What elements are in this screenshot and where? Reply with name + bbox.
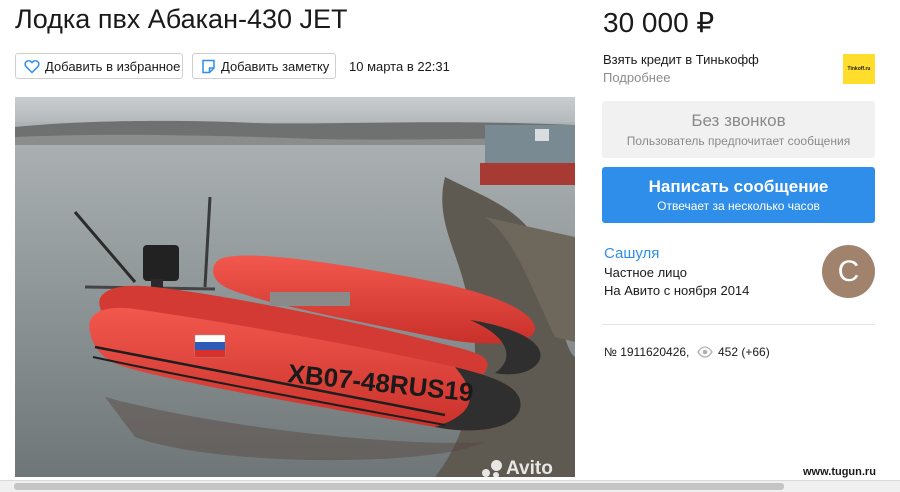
views-count: 452 (+66) (718, 345, 770, 359)
favorite-label: Добавить в избранное (45, 58, 181, 74)
avito-watermark-text: Avito (506, 458, 553, 479)
listing-title: Лодка пвх Абакан-430 JET (15, 4, 348, 34)
horizontal-scrollbar[interactable] (0, 480, 900, 492)
price: 30 000 ₽ (603, 7, 715, 38)
no-calls-title: Без звонков (691, 111, 786, 130)
heart-icon (24, 59, 40, 74)
seller-type: Частное лицо (604, 265, 687, 280)
tinkoff-logo[interactable]: Tinkoff.ru (843, 54, 875, 84)
tinkoff-logo-text: Tinkoff.ru (847, 66, 871, 72)
eye-icon (697, 346, 713, 358)
credit-more-link[interactable]: Подробнее (603, 70, 670, 85)
add-to-favorites-button[interactable]: Добавить в избранное (15, 53, 183, 79)
listing-date: 10 марта в 22:31 (349, 59, 450, 74)
avito-dots-icon (482, 460, 502, 478)
site-watermark: www.tugun.ru (803, 466, 876, 478)
write-message-button[interactable]: Написать сообщение Отвечает за несколько… (602, 167, 875, 223)
no-calls-notice: Без звонков Пользователь предпочитает со… (602, 101, 875, 158)
credit-link[interactable]: Взять кредит в Тинькофф (603, 52, 759, 67)
no-calls-subtitle: Пользователь предпочитает сообщения (626, 134, 851, 148)
scrollbar-thumb[interactable] (14, 483, 784, 490)
avito-watermark: Avito (482, 458, 553, 480)
add-note-button[interactable]: Добавить заметку (192, 53, 336, 79)
write-message-subtitle: Отвечает за несколько часов (657, 199, 820, 213)
listing-photo[interactable]: XB07-48RUS19 (15, 97, 575, 477)
seller-since: На Авито с ноября 2014 (604, 283, 750, 298)
write-message-title: Написать сообщение (648, 177, 829, 196)
seller-name-link[interactable]: Сашуля (604, 245, 659, 262)
note-label: Добавить заметку (221, 58, 330, 74)
divider (602, 324, 875, 325)
seller-avatar[interactable]: С (822, 245, 875, 298)
note-icon (202, 59, 215, 73)
item-id: № 1911620426, (604, 345, 690, 359)
